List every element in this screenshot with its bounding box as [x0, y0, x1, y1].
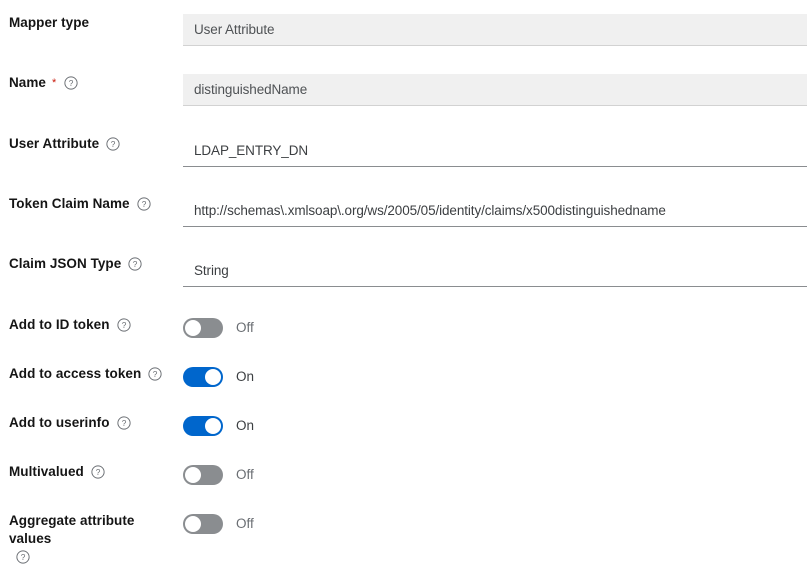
claim-json-type-select[interactable]: String [183, 255, 807, 287]
field-label: Token Claim Name [9, 196, 130, 211]
field-label: Aggregate attribute values [9, 513, 135, 546]
value-cell-aggregate-attribute-values: Off [183, 512, 807, 534]
value-cell-add-to-id-token: Off [183, 316, 807, 338]
form-row-claim-json-type: Claim JSON Type ? String [0, 255, 807, 287]
label-cell-aggregate-attribute-values: Aggregate attribute values ? [0, 512, 183, 564]
toggle-knob [185, 516, 201, 532]
mapper-type-input: User Attribute [183, 14, 807, 46]
label-cell-name: Name * ? [0, 74, 183, 92]
add-to-id-token-toggle[interactable] [183, 318, 223, 338]
field-label: User Attribute [9, 136, 100, 151]
form-row-token-claim-name: Token Claim Name ? http://schemas\.xmlso… [0, 195, 807, 227]
help-circle-icon[interactable]: ? [106, 137, 120, 151]
help-circle-icon[interactable]: ? [116, 416, 131, 430]
value-cell-claim-json-type: String [183, 255, 807, 287]
help-circle-icon[interactable]: ? [64, 76, 78, 90]
toggle-knob [185, 467, 201, 483]
label-cell-multivalued: Multivalued ? [0, 463, 183, 481]
toggle-knob [205, 369, 221, 385]
value-cell-user-attribute: LDAP_ENTRY_DN [183, 135, 807, 167]
value-cell-multivalued: Off [183, 463, 807, 485]
form-row-name: Name * ? distinguishedName [0, 74, 807, 106]
add-to-access-token-state: On [236, 369, 255, 384]
mapper-details-form: Mapper type User Attribute Name * ? dist… [0, 0, 807, 564]
name-input: distinguishedName [183, 74, 807, 106]
form-row-user-attribute: User Attribute ? LDAP_ENTRY_DN [0, 135, 807, 167]
svg-text:?: ? [96, 467, 101, 477]
multivalued-state: Off [236, 467, 254, 482]
help-circle-icon[interactable]: ? [136, 197, 151, 211]
help-circle-icon[interactable]: ? [91, 465, 105, 479]
svg-text:?: ? [69, 78, 74, 88]
field-label: Add to access token [9, 366, 142, 381]
help-circle-icon[interactable]: ? [128, 257, 142, 271]
token-claim-name-input[interactable]: http://schemas\.xmlsoap\.org/ws/2005/05/… [183, 195, 807, 227]
label-cell-token-claim-name: Token Claim Name ? [0, 195, 183, 213]
value-cell-name: distinguishedName [183, 74, 807, 106]
field-label: Multivalued [9, 464, 84, 479]
field-label: Add to ID token [9, 317, 110, 332]
aggregate-attribute-values-toggle[interactable] [183, 514, 223, 534]
multivalued-toggle[interactable] [183, 465, 223, 485]
form-row-add-to-access-token: Add to access token ? On [0, 365, 807, 387]
label-cell-user-attribute: User Attribute ? [0, 135, 183, 153]
form-row-multivalued: Multivalued ? Off [0, 463, 807, 485]
form-row-aggregate-attribute-values: Aggregate attribute values ? Off [0, 512, 807, 564]
value-cell-mapper-type: User Attribute [183, 14, 807, 46]
label-cell-mapper-type: Mapper type [0, 14, 183, 32]
svg-text:?: ? [141, 199, 146, 209]
field-label: Add to userinfo [9, 415, 110, 430]
add-to-access-token-toggle[interactable] [183, 367, 223, 387]
value-cell-add-to-userinfo: On [183, 414, 807, 436]
field-label: Claim JSON Type [9, 256, 122, 271]
help-circle-icon[interactable]: ? [148, 367, 162, 381]
add-to-userinfo-toggle[interactable] [183, 416, 223, 436]
value-cell-add-to-access-token: On [183, 365, 807, 387]
svg-text:?: ? [121, 418, 126, 428]
label-cell-add-to-id-token: Add to ID token ? [0, 316, 183, 334]
form-row-add-to-id-token: Add to ID token ? Off [0, 316, 807, 338]
value-cell-token-claim-name: http://schemas\.xmlsoap\.org/ws/2005/05/… [183, 195, 807, 227]
label-cell-add-to-userinfo: Add to userinfo ? [0, 414, 183, 432]
field-label: Name [9, 75, 46, 90]
add-to-userinfo-state: On [236, 418, 255, 433]
help-circle-icon[interactable]: ? [116, 318, 131, 332]
toggle-knob [185, 320, 201, 336]
svg-text:?: ? [133, 259, 138, 269]
add-to-id-token-state: Off [236, 320, 254, 335]
svg-text:?: ? [111, 139, 116, 149]
svg-text:?: ? [153, 369, 158, 379]
svg-text:?: ? [121, 320, 126, 330]
form-row-mapper-type: Mapper type User Attribute [0, 14, 807, 46]
aggregate-attribute-values-state: Off [236, 516, 254, 531]
svg-text:?: ? [21, 552, 26, 562]
form-row-add-to-userinfo: Add to userinfo ? On [0, 414, 807, 436]
required-asterisk: * [51, 77, 57, 89]
label-cell-claim-json-type: Claim JSON Type ? [0, 255, 183, 273]
user-attribute-input[interactable]: LDAP_ENTRY_DN [183, 135, 807, 167]
field-label: Mapper type [9, 15, 90, 30]
toggle-knob [205, 418, 221, 434]
label-cell-add-to-access-token: Add to access token ? [0, 365, 183, 383]
